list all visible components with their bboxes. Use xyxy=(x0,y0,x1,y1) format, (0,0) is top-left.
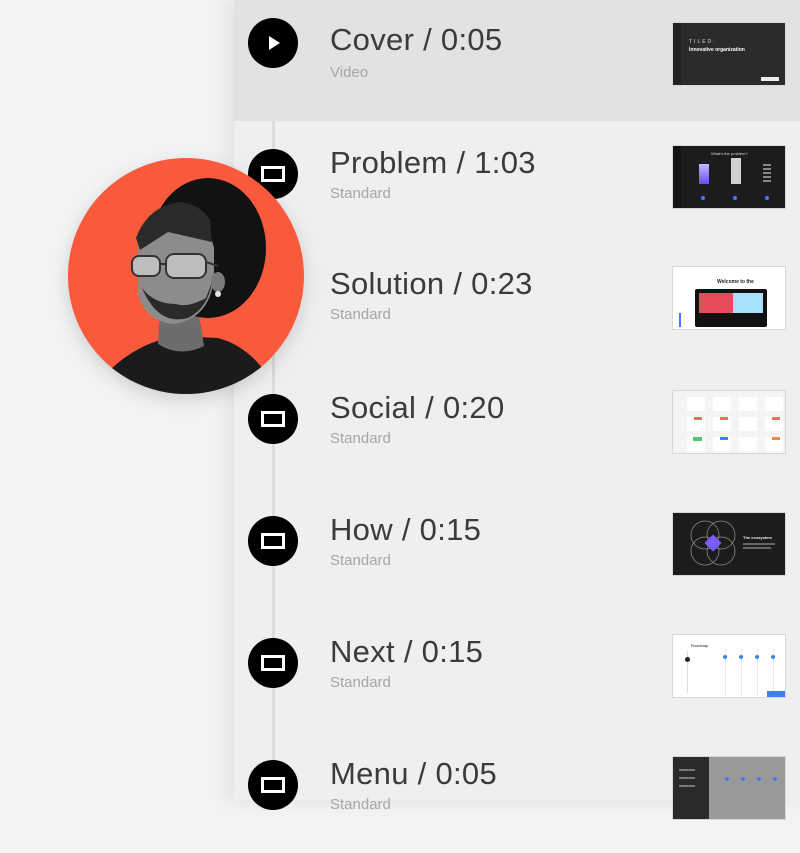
presenter-photo xyxy=(96,178,278,394)
slide-thumbnail-solution[interactable]: Welcome to the xyxy=(672,266,786,330)
slide-type: Standard xyxy=(330,185,391,202)
slide-thumbnail-problem[interactable]: What's the problem? xyxy=(672,145,786,209)
slide-row-how[interactable]: How / 0:15 Standard The ecosystem xyxy=(234,488,800,609)
thumb-problem-heading: What's the problem? xyxy=(711,151,748,156)
slide-thumbnail-cover[interactable]: TILED· Innovative organization xyxy=(672,22,786,86)
thumb-solution-heading: Welcome to the xyxy=(717,279,754,285)
slide-title: Next / 0:15 xyxy=(330,634,484,669)
slide-thumbnail-social[interactable] xyxy=(672,390,786,454)
slide-type: Standard xyxy=(330,552,391,569)
slide-thumbnail-menu[interactable] xyxy=(672,756,786,820)
slide-title: Problem / 1:03 xyxy=(330,145,536,180)
slide-thumbnail-next[interactable]: Roadmap xyxy=(672,634,786,698)
slide-thumbnail-how[interactable]: The ecosystem xyxy=(672,512,786,576)
left-pane xyxy=(0,0,234,800)
thumb-cover-headline: Innovative organization xyxy=(689,47,745,53)
play-icon[interactable] xyxy=(248,18,298,68)
slide-title: How / 0:15 xyxy=(330,512,482,547)
slide-icon[interactable] xyxy=(248,516,298,566)
slide-row-solution[interactable]: Solution / 0:23 Standard Welcome to the xyxy=(234,242,800,363)
slide-title: Solution / 0:23 xyxy=(330,266,533,301)
thumb-next-heading: Roadmap xyxy=(691,643,709,648)
slide-type: Standard xyxy=(330,306,391,323)
slide-icon[interactable] xyxy=(248,394,298,444)
slide-row-menu[interactable]: Menu / 0:05 Standard xyxy=(234,732,800,853)
thumb-cover-brand: TILED· xyxy=(689,39,717,45)
slide-type: Video xyxy=(330,64,369,81)
slide-row-social[interactable]: Social / 0:20 Standard xyxy=(234,366,800,487)
slide-icon[interactable] xyxy=(248,638,298,688)
slide-row-problem[interactable]: Problem / 1:03 Standard What's the probl… xyxy=(234,121,800,242)
slide-icon[interactable] xyxy=(248,760,298,810)
slide-type: Standard xyxy=(330,796,391,813)
slide-row-cover[interactable]: Cover / 0:05 Video TILED· Innovative org… xyxy=(234,0,800,121)
slide-title: Cover / 0:05 xyxy=(330,22,503,57)
slide-title: Menu / 0:05 xyxy=(330,756,498,791)
slide-type: Standard xyxy=(330,674,391,691)
slide-row-next[interactable]: Next / 0:15 Standard Roadmap xyxy=(234,610,800,731)
presenter-avatar xyxy=(68,158,304,394)
slide-title: Social / 0:20 xyxy=(330,390,505,425)
slide-type: Standard xyxy=(330,430,391,447)
thumb-how-heading: The ecosystem xyxy=(743,535,772,540)
